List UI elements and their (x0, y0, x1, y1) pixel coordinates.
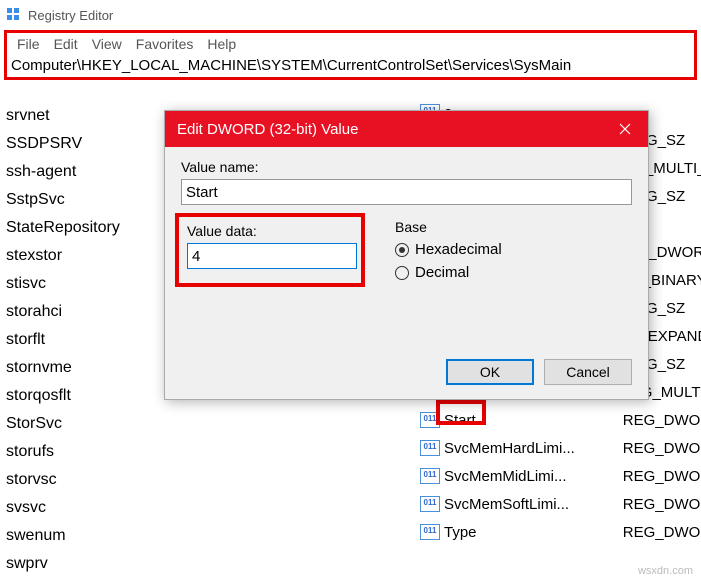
tree-item[interactable]: storqosflt (4, 382, 164, 410)
base-group: Base Hexadecimal Decimal (395, 219, 502, 287)
list-row[interactable]: 011SvcMemSoftLimi...REG_DWOR (420, 490, 701, 518)
close-icon (619, 123, 631, 135)
menu-edit[interactable]: Edit (48, 36, 84, 52)
value-type: G_SZ (646, 132, 685, 149)
menu-help[interactable]: Help (201, 36, 242, 52)
menu-favorites[interactable]: Favorites (130, 36, 200, 52)
value-data-label: Value data: (187, 223, 353, 239)
value-type: REG_DWOR (623, 412, 701, 429)
tree-item[interactable]: SSDPSRV (4, 130, 164, 158)
value-type: REG_DWOR (623, 440, 701, 457)
value-type: G_SZ (646, 356, 685, 373)
dword-value-icon: 011 (420, 496, 440, 512)
key-tree[interactable]: srvnet SSDPSRV ssh-agent SstpSvc StateRe… (0, 98, 164, 583)
tree-item[interactable]: StorSvc (4, 410, 164, 438)
highlight-box-value-data: Value data: (175, 213, 365, 287)
tree-item[interactable]: storahci (4, 298, 164, 326)
tree-item[interactable]: stornvme (4, 354, 164, 382)
window-title: Registry Editor (28, 8, 113, 23)
highlight-box-start: Start (436, 400, 486, 425)
list-row[interactable]: 011TypeREG_DWOR (420, 518, 701, 546)
tree-item[interactable]: stisvc (4, 270, 164, 298)
tree-item[interactable]: svsvc (4, 494, 164, 522)
tree-item[interactable]: SstpSvc (4, 186, 164, 214)
window-titlebar: Registry Editor (0, 0, 701, 30)
dword-value-icon: 011 (420, 440, 440, 456)
radio-icon (395, 266, 409, 280)
value-name: SvcMemSoftLimi... (444, 496, 623, 513)
radio-icon (395, 243, 409, 257)
value-name-label: Value name: (181, 159, 632, 175)
tree-item[interactable]: storufs (4, 438, 164, 466)
dword-value-icon: 011 (420, 524, 440, 540)
base-label: Base (395, 219, 502, 235)
address-bar[interactable]: Computer\HKEY_LOCAL_MACHINE\SYSTEM\Curre… (4, 54, 697, 80)
watermark: wsxdn.com (638, 565, 693, 577)
dialog-title: Edit DWORD (32-bit) Value (177, 121, 602, 138)
tree-item[interactable]: StateRepository (4, 214, 164, 242)
value-type: REG_DWOR (623, 496, 701, 513)
tree-item[interactable]: swprv (4, 550, 164, 578)
tree-item[interactable]: storvsc (4, 466, 164, 494)
value-name: SvcMemMidLimi... (444, 468, 623, 485)
radio-hexadecimal[interactable]: Hexadecimal (395, 241, 502, 258)
value-type: REG_DWOR (623, 524, 701, 541)
cancel-button[interactable]: Cancel (544, 359, 632, 385)
menu-file[interactable]: File (11, 36, 46, 52)
ok-button[interactable]: OK (446, 359, 534, 385)
value-name-input[interactable] (181, 179, 632, 205)
radio-decimal[interactable]: Decimal (395, 264, 502, 281)
list-row[interactable]: 011SvcMemMidLimi...REG_DWOR (420, 462, 701, 490)
tree-item[interactable]: ssh-agent (4, 158, 164, 186)
radio-dec-label: Decimal (415, 264, 469, 281)
value-type: REG_DWOR (623, 468, 701, 485)
radio-hex-label: Hexadecimal (415, 241, 502, 258)
regedit-icon (6, 7, 22, 23)
dword-value-icon: 011 (420, 468, 440, 484)
tree-item[interactable]: storflt (4, 326, 164, 354)
menubar: File Edit View Favorites Help (4, 30, 697, 54)
close-button[interactable] (602, 111, 648, 147)
edit-dword-dialog: Edit DWORD (32-bit) Value Value name: Va… (164, 110, 649, 400)
dialog-titlebar: Edit DWORD (32-bit) Value (165, 111, 648, 147)
menu-view[interactable]: View (86, 36, 128, 52)
list-row[interactable]: 011SvcMemHardLimi...REG_DWOR (420, 434, 701, 462)
tree-item[interactable]: swenum (4, 522, 164, 550)
tree-item[interactable]: stexstor (4, 242, 164, 270)
value-type: G_SZ (646, 188, 685, 205)
value-name: Type (444, 524, 623, 541)
value-data-input[interactable] (187, 243, 357, 269)
value-type: G_SZ (646, 300, 685, 317)
value-name: SvcMemHardLimi... (444, 440, 623, 457)
tree-item[interactable]: srvnet (4, 102, 164, 130)
